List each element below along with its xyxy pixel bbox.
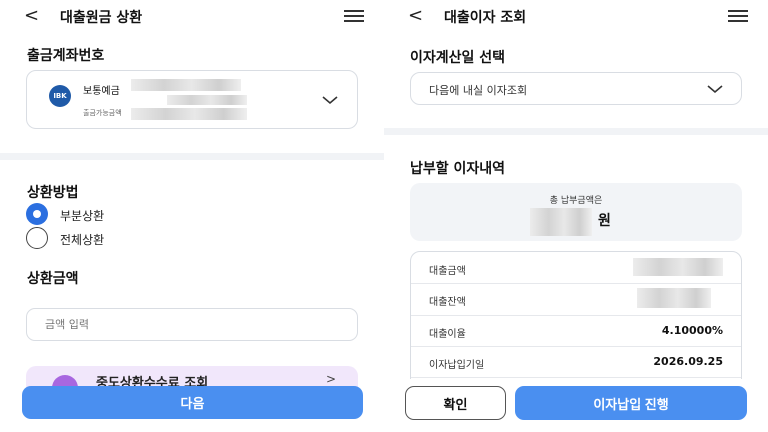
amount-title: 상환금액 [27, 271, 79, 287]
radio-full[interactable] [26, 227, 48, 249]
masked-balance [131, 108, 247, 120]
confirm-button[interactable]: 확인 [405, 386, 506, 420]
menu-icon[interactable] [344, 10, 364, 22]
row-divider [411, 377, 741, 378]
masked-account-extra [167, 95, 247, 105]
withdraw-account-title: 출금계좌번호 [27, 48, 105, 64]
row-value-interest-rate: 4.10000% [661, 324, 723, 337]
method-title: 상환방법 [27, 185, 79, 201]
back-button[interactable]: < [24, 5, 39, 26]
row-value-due-date: 2026.09.25 [653, 355, 723, 368]
interest-inquiry-screen: < 대출이자 조회 이자계산일 선택 다음에 내실 이자조회 납부할 이자내역 … [384, 0, 768, 432]
masked-total-amount [530, 208, 592, 236]
amount-input[interactable] [26, 308, 358, 341]
repayment-screen: < 대출원금 상환 출금계좌번호 IBK 보통예금 출금가능금액 상환방법 부분… [0, 0, 384, 432]
radio-full-label: 전체상환 [60, 233, 105, 247]
total-label: 총 납부금액은 [549, 196, 603, 206]
row-label-interest-rate: 대출이율 [429, 329, 466, 340]
account-type: 보통예금 [83, 86, 120, 97]
pay-interest-button[interactable]: 이자납입 진행 [515, 386, 747, 420]
page-title: 대출원금 상환 [60, 10, 143, 26]
section-separator [384, 128, 768, 135]
date-select-title: 이자계산일 선택 [410, 50, 506, 66]
date-select-value: 다음에 내실 이자조회 [429, 84, 528, 97]
back-button[interactable]: < [408, 5, 423, 26]
row-divider [411, 283, 741, 284]
account-selector[interactable]: IBK 보통예금 출금가능금액 [26, 70, 358, 129]
row-divider [411, 346, 741, 347]
total-payment-box: 총 납부금액은 원 [410, 183, 742, 241]
total-unit: 원 [598, 213, 611, 229]
masked-account-number [131, 79, 241, 91]
row-label-due-date: 이자납입기일 [429, 360, 485, 371]
chevron-down-icon [707, 85, 723, 94]
radio-partial[interactable] [26, 203, 48, 225]
chevron-right-icon: > [326, 372, 337, 386]
page-title: 대출이자 조회 [444, 10, 527, 26]
row-label-loan-balance: 대출잔액 [429, 297, 466, 308]
chevron-down-icon [322, 96, 338, 105]
payment-details-title: 납부할 이자내역 [410, 161, 506, 177]
masked-loan-balance [637, 288, 711, 308]
available-balance-label: 출금가능금액 [83, 109, 122, 117]
section-separator [0, 153, 384, 160]
bank-logo-icon: IBK [49, 85, 71, 107]
menu-icon[interactable] [728, 10, 748, 22]
masked-loan-amount [633, 258, 723, 276]
next-button[interactable]: 다음 [22, 386, 363, 419]
row-divider [411, 315, 741, 316]
row-label-loan-amount: 대출금액 [429, 266, 466, 277]
date-select-dropdown[interactable]: 다음에 내실 이자조회 [410, 72, 742, 105]
radio-partial-label: 부분상환 [60, 209, 105, 223]
